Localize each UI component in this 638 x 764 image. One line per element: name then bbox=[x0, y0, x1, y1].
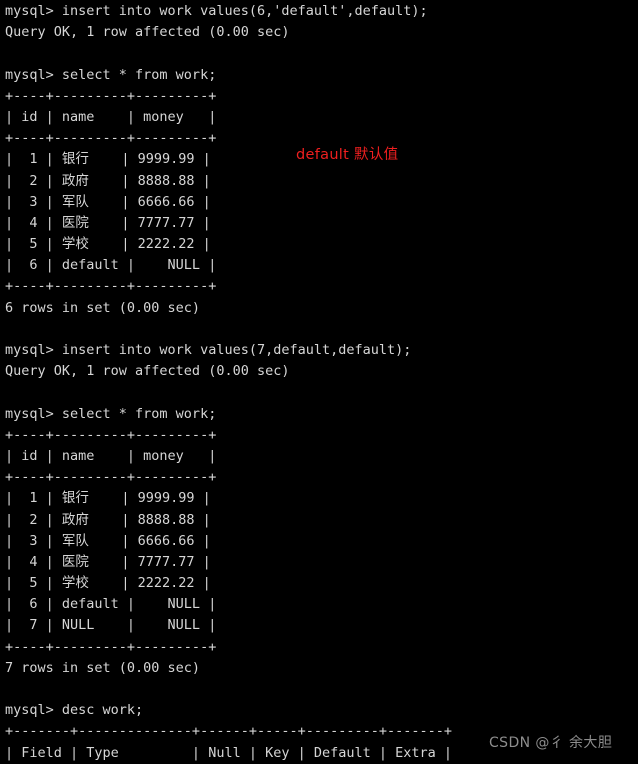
terminal-line: | 6 | default | NULL | bbox=[5, 596, 217, 613]
terminal-line: | 3 | 军队 | 6666.66 | bbox=[5, 193, 211, 210]
terminal-line: 7 rows in set (0.00 sec) bbox=[5, 659, 201, 676]
default-value-annotation: default 默认值 bbox=[296, 147, 399, 163]
terminal-line: | 4 | 医院 | 7777.77 | bbox=[5, 214, 211, 231]
terminal-line: 6 rows in set (0.00 sec) bbox=[5, 299, 201, 316]
csdn-watermark: CSDN @彳 余大胆 bbox=[489, 735, 613, 751]
terminal-line: mysql> desc work; bbox=[5, 702, 144, 719]
terminal-line: mysql> insert into work values(7,default… bbox=[5, 342, 412, 358]
terminal-line: +----+---------+---------+ bbox=[5, 426, 217, 443]
terminal-line: +----+---------+---------+ bbox=[5, 469, 217, 486]
console-output[interactable]: mysql> insert into work values(6,'defaul… bbox=[5, 1, 638, 764]
terminal-line: | id | name | money | bbox=[5, 108, 217, 125]
terminal-line: | 2 | 政府 | 8888.88 | bbox=[5, 511, 211, 528]
terminal-line: Query OK, 1 row affected (0.00 sec) bbox=[5, 24, 290, 41]
terminal-line: | 5 | 学校 | 2222.22 | bbox=[5, 236, 211, 253]
terminal-line: | 3 | 军队 | 6666.66 | bbox=[5, 532, 211, 549]
terminal-line: +----+---------+---------+ bbox=[5, 278, 217, 295]
terminal-line: mysql> select * from work; bbox=[5, 66, 217, 83]
terminal-line: | 6 | default | NULL | bbox=[5, 257, 217, 274]
terminal-line: Query OK, 1 row affected (0.00 sec) bbox=[5, 363, 290, 380]
terminal-line: | 2 | 政府 | 8888.88 | bbox=[5, 172, 211, 189]
terminal-line: | 5 | 学校 | 2222.22 | bbox=[5, 575, 211, 592]
terminal-line: | id | name | money | bbox=[5, 447, 217, 464]
terminal-window: mysql> insert into work values(6,'defaul… bbox=[0, 0, 638, 764]
terminal-line: mysql> insert into work values(6,'defaul… bbox=[5, 3, 428, 19]
terminal-line: | 7 | NULL | NULL | bbox=[5, 617, 217, 634]
terminal-line: | 4 | 医院 | 7777.77 | bbox=[5, 553, 211, 570]
terminal-line: mysql> select * from work; bbox=[5, 405, 217, 422]
terminal-line: | 1 | 银行 | 9999.99 | bbox=[5, 490, 211, 507]
terminal-line: +----+---------+---------+ bbox=[5, 638, 217, 655]
terminal-line: +----+---------+---------+ bbox=[5, 87, 217, 104]
